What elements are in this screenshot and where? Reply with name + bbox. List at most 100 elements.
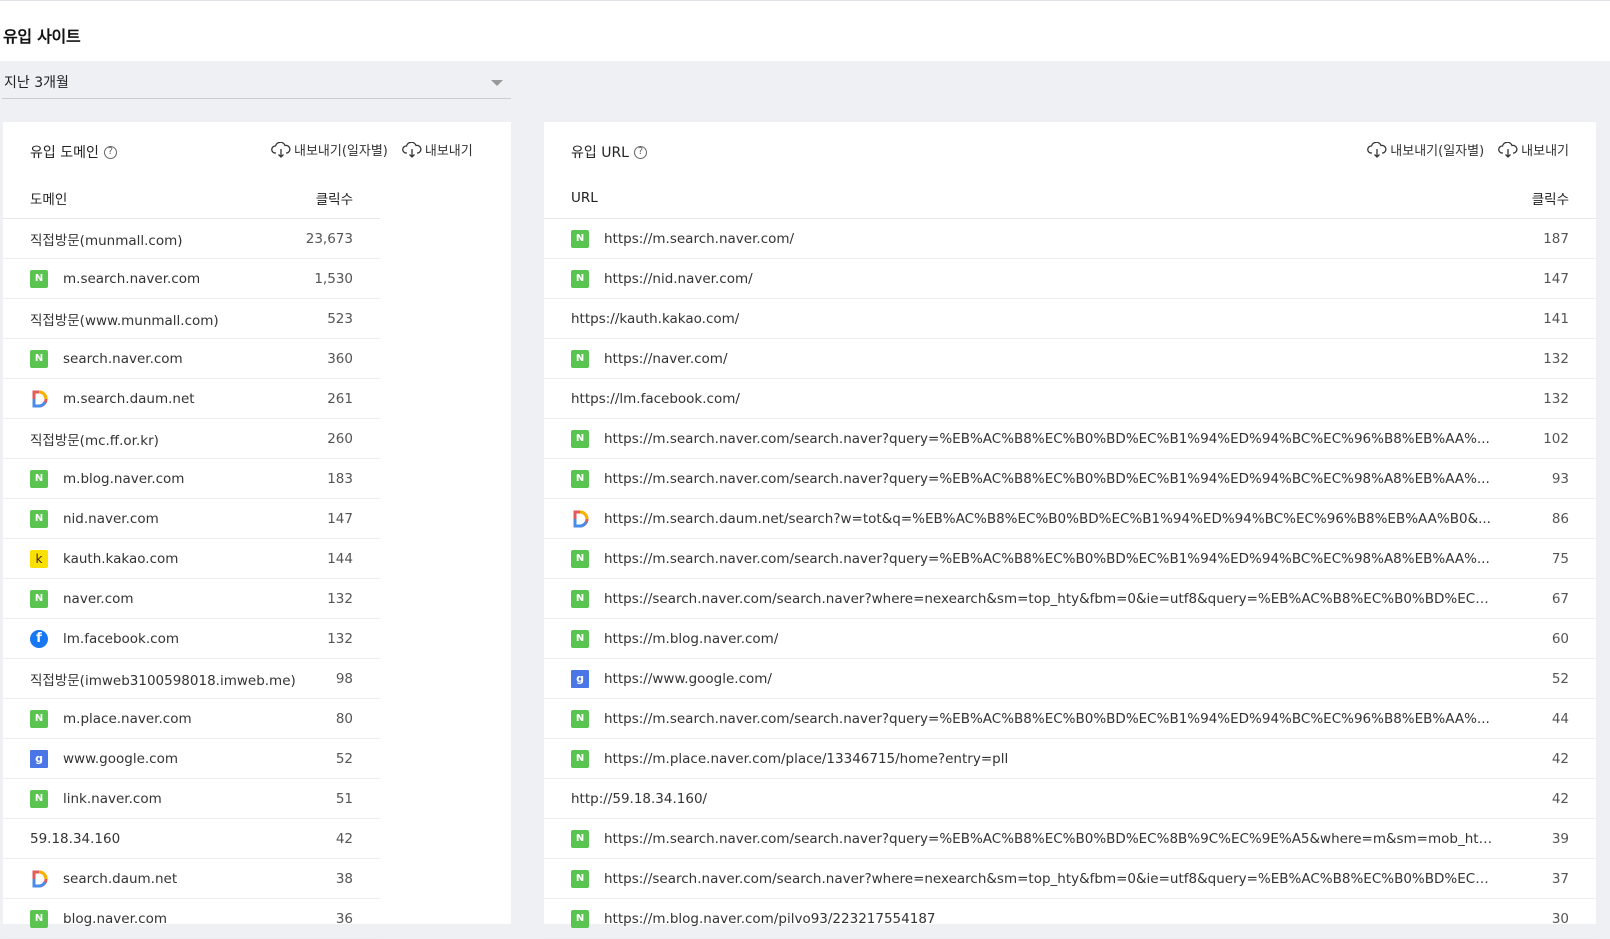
cloud-download-icon bbox=[401, 141, 422, 158]
inflow-url-title: 유입 URL ? bbox=[571, 142, 647, 162]
cloud-download-icon bbox=[1367, 141, 1387, 158]
click-count: 141 bbox=[1496, 298, 1596, 339]
table-row[interactable]: Nm.search.naver.com 1,530 bbox=[3, 258, 380, 299]
cloud-download-icon bbox=[1498, 141, 1518, 158]
table-row[interactable]: Nhttps://nid.naver.com/147 bbox=[544, 258, 1596, 299]
url-export-button[interactable]: 내보내기 bbox=[1498, 140, 1569, 159]
naver-icon: N bbox=[30, 709, 48, 728]
domain-column-header[interactable]: 도메인 bbox=[3, 178, 304, 219]
table-header-row: 도메인 클릭수 bbox=[3, 178, 380, 219]
click-count: 523 bbox=[303, 298, 380, 339]
domain-cell: Nm.blog.naver.com bbox=[3, 458, 304, 499]
inflow-url-title-text: 유입 URL bbox=[571, 145, 629, 161]
click-count: 132 bbox=[1496, 338, 1596, 379]
daum-icon bbox=[30, 390, 48, 408]
table-row[interactable]: Nnaver.com 132 bbox=[3, 578, 380, 619]
url-column-header[interactable]: URL bbox=[544, 178, 1496, 219]
click-count: 60 bbox=[1496, 618, 1596, 659]
domain-name: blog.naver.com bbox=[63, 910, 167, 927]
table-row[interactable]: Nnid.naver.com 147 bbox=[3, 498, 380, 539]
table-row[interactable]: g https://www.google.com/52 bbox=[544, 658, 1596, 699]
domain-name: m.search.naver.com bbox=[63, 270, 201, 287]
click-count: 147 bbox=[1496, 258, 1596, 299]
period-select[interactable]: 지난 3개월 bbox=[2, 66, 511, 99]
table-row[interactable]: Nhttps://m.search.naver.com/187 bbox=[544, 218, 1596, 259]
table-row[interactable]: g www.google.com 52 bbox=[3, 738, 380, 779]
domain-name: lm.facebook.com bbox=[63, 630, 179, 647]
table-row[interactable]: f lm.facebook.com 132 bbox=[3, 618, 380, 659]
domain-cell: f lm.facebook.com bbox=[3, 618, 304, 659]
table-row[interactable]: Nblog.naver.com 36 bbox=[3, 898, 380, 939]
url-cell: https://lm.facebook.com/ bbox=[544, 378, 1496, 419]
url-cell: g https://www.google.com/ bbox=[544, 658, 1496, 699]
click-count: 102 bbox=[1496, 418, 1596, 459]
click-count: 51 bbox=[303, 778, 380, 819]
table-row[interactable]: Nm.place.naver.com 80 bbox=[3, 698, 380, 739]
domain-export-group: 내보내기(일자별) 내보내기 bbox=[271, 140, 473, 159]
table-row[interactable]: Nm.blog.naver.com 183 bbox=[3, 458, 380, 499]
click-count: 42 bbox=[303, 818, 380, 859]
table-row[interactable]: 59.18.34.160 42 bbox=[3, 818, 380, 859]
table-row[interactable]: Nhttps://m.blog.naver.com/60 bbox=[544, 618, 1596, 659]
help-icon[interactable]: ? bbox=[103, 145, 117, 159]
domain-name: link.naver.com bbox=[63, 790, 162, 807]
daum-icon bbox=[30, 870, 48, 888]
domain-name: nid.naver.com bbox=[63, 510, 159, 527]
domain-cell: m.search.daum.net bbox=[3, 378, 304, 419]
domain-export-daily-label: 내보내기(일자별) bbox=[294, 144, 388, 159]
url-cell: Nhttps://m.search.naver.com/search.naver… bbox=[544, 698, 1496, 739]
click-count: 183 bbox=[303, 458, 380, 499]
table-row[interactable]: https://m.search.daum.net/search?w=tot&q… bbox=[544, 498, 1596, 539]
table-row[interactable]: Nhttps://m.blog.naver.com/pilvo93/223217… bbox=[544, 898, 1596, 939]
clicks-column-header[interactable]: 클릭수 bbox=[1496, 178, 1596, 219]
url-cell: Nhttps://m.search.naver.com/search.naver… bbox=[544, 538, 1496, 579]
table-row[interactable]: 직접방문(mc.ff.or.kr) 260 bbox=[3, 418, 380, 459]
clicks-column-header[interactable]: 클릭수 bbox=[303, 178, 380, 219]
table-row[interactable]: 직접방문(munmall.com) 23,673 bbox=[3, 218, 380, 259]
table-row[interactable]: Nhttps://m.search.naver.com/search.naver… bbox=[544, 458, 1596, 499]
table-row[interactable]: Nhttps://m.search.naver.com/search.naver… bbox=[544, 418, 1596, 459]
click-count: 187 bbox=[1496, 218, 1596, 259]
clicks-column-label: 클릭수 bbox=[1531, 192, 1569, 208]
period-select-value: 지난 3개월 bbox=[4, 75, 69, 91]
naver-icon: N bbox=[571, 349, 589, 368]
table-row[interactable]: Nhttps://m.search.naver.com/search.naver… bbox=[544, 818, 1596, 859]
page-title: 유입 사이트 bbox=[3, 27, 81, 46]
click-count: 36 bbox=[303, 898, 380, 939]
domain-name: www.google.com bbox=[63, 750, 179, 767]
table-row[interactable]: Nsearch.naver.com 360 bbox=[3, 338, 380, 379]
table-row[interactable]: https://kauth.kakao.com/141 bbox=[544, 298, 1596, 339]
table-row[interactable]: Nhttps://naver.com/132 bbox=[544, 338, 1596, 379]
naver-icon: N bbox=[571, 229, 589, 248]
table-row[interactable]: Nhttps://search.naver.com/search.naver?w… bbox=[544, 578, 1596, 619]
table-row[interactable]: Nhttps://search.naver.com/search.naver?w… bbox=[544, 858, 1596, 899]
url-text: https://search.naver.com/search.naver?wh… bbox=[604, 590, 1496, 607]
url-text: https://lm.facebook.com/ bbox=[571, 390, 740, 407]
click-count: 360 bbox=[303, 338, 380, 379]
click-count: 93 bbox=[1496, 458, 1596, 499]
domain-export-daily-button[interactable]: 내보내기(일자별) bbox=[271, 140, 388, 159]
url-text: https://m.blog.naver.com/ bbox=[604, 630, 779, 647]
inflow-domain-title-text: 유입 도메인 bbox=[30, 145, 99, 161]
table-row[interactable]: http://59.18.34.160/42 bbox=[544, 778, 1596, 819]
table-row[interactable]: 직접방문(imweb3100598018.imweb.me) 98 bbox=[3, 658, 380, 699]
table-row[interactable]: Nhttps://m.place.naver.com/place/1334671… bbox=[544, 738, 1596, 779]
table-row[interactable]: search.daum.net 38 bbox=[3, 858, 380, 899]
table-row[interactable]: Nhttps://m.search.naver.com/search.naver… bbox=[544, 538, 1596, 579]
table-row[interactable]: Nlink.naver.com 51 bbox=[3, 778, 380, 819]
click-count: 75 bbox=[1496, 538, 1596, 579]
help-icon[interactable]: ? bbox=[634, 145, 647, 159]
table-row[interactable]: 직접방문(www.munmall.com) 523 bbox=[3, 298, 380, 339]
kakao-icon: k bbox=[30, 549, 48, 568]
table-row[interactable]: Nhttps://m.search.naver.com/search.naver… bbox=[544, 698, 1596, 739]
table-row[interactable]: https://lm.facebook.com/132 bbox=[544, 378, 1596, 419]
url-export-daily-button[interactable]: 내보내기(일자별) bbox=[1367, 140, 1484, 159]
table-row[interactable]: k kauth.kakao.com 144 bbox=[3, 538, 380, 579]
domain-export-button[interactable]: 내보내기 bbox=[401, 140, 473, 159]
click-count: 261 bbox=[303, 378, 380, 419]
url-text: https://m.search.naver.com/search.naver?… bbox=[604, 430, 1490, 447]
url-cell: Nhttps://search.naver.com/search.naver?w… bbox=[544, 578, 1496, 619]
url-text: https://naver.com/ bbox=[604, 350, 728, 367]
table-row[interactable]: m.search.daum.net 261 bbox=[3, 378, 380, 419]
url-text: https://nid.naver.com/ bbox=[604, 270, 753, 287]
